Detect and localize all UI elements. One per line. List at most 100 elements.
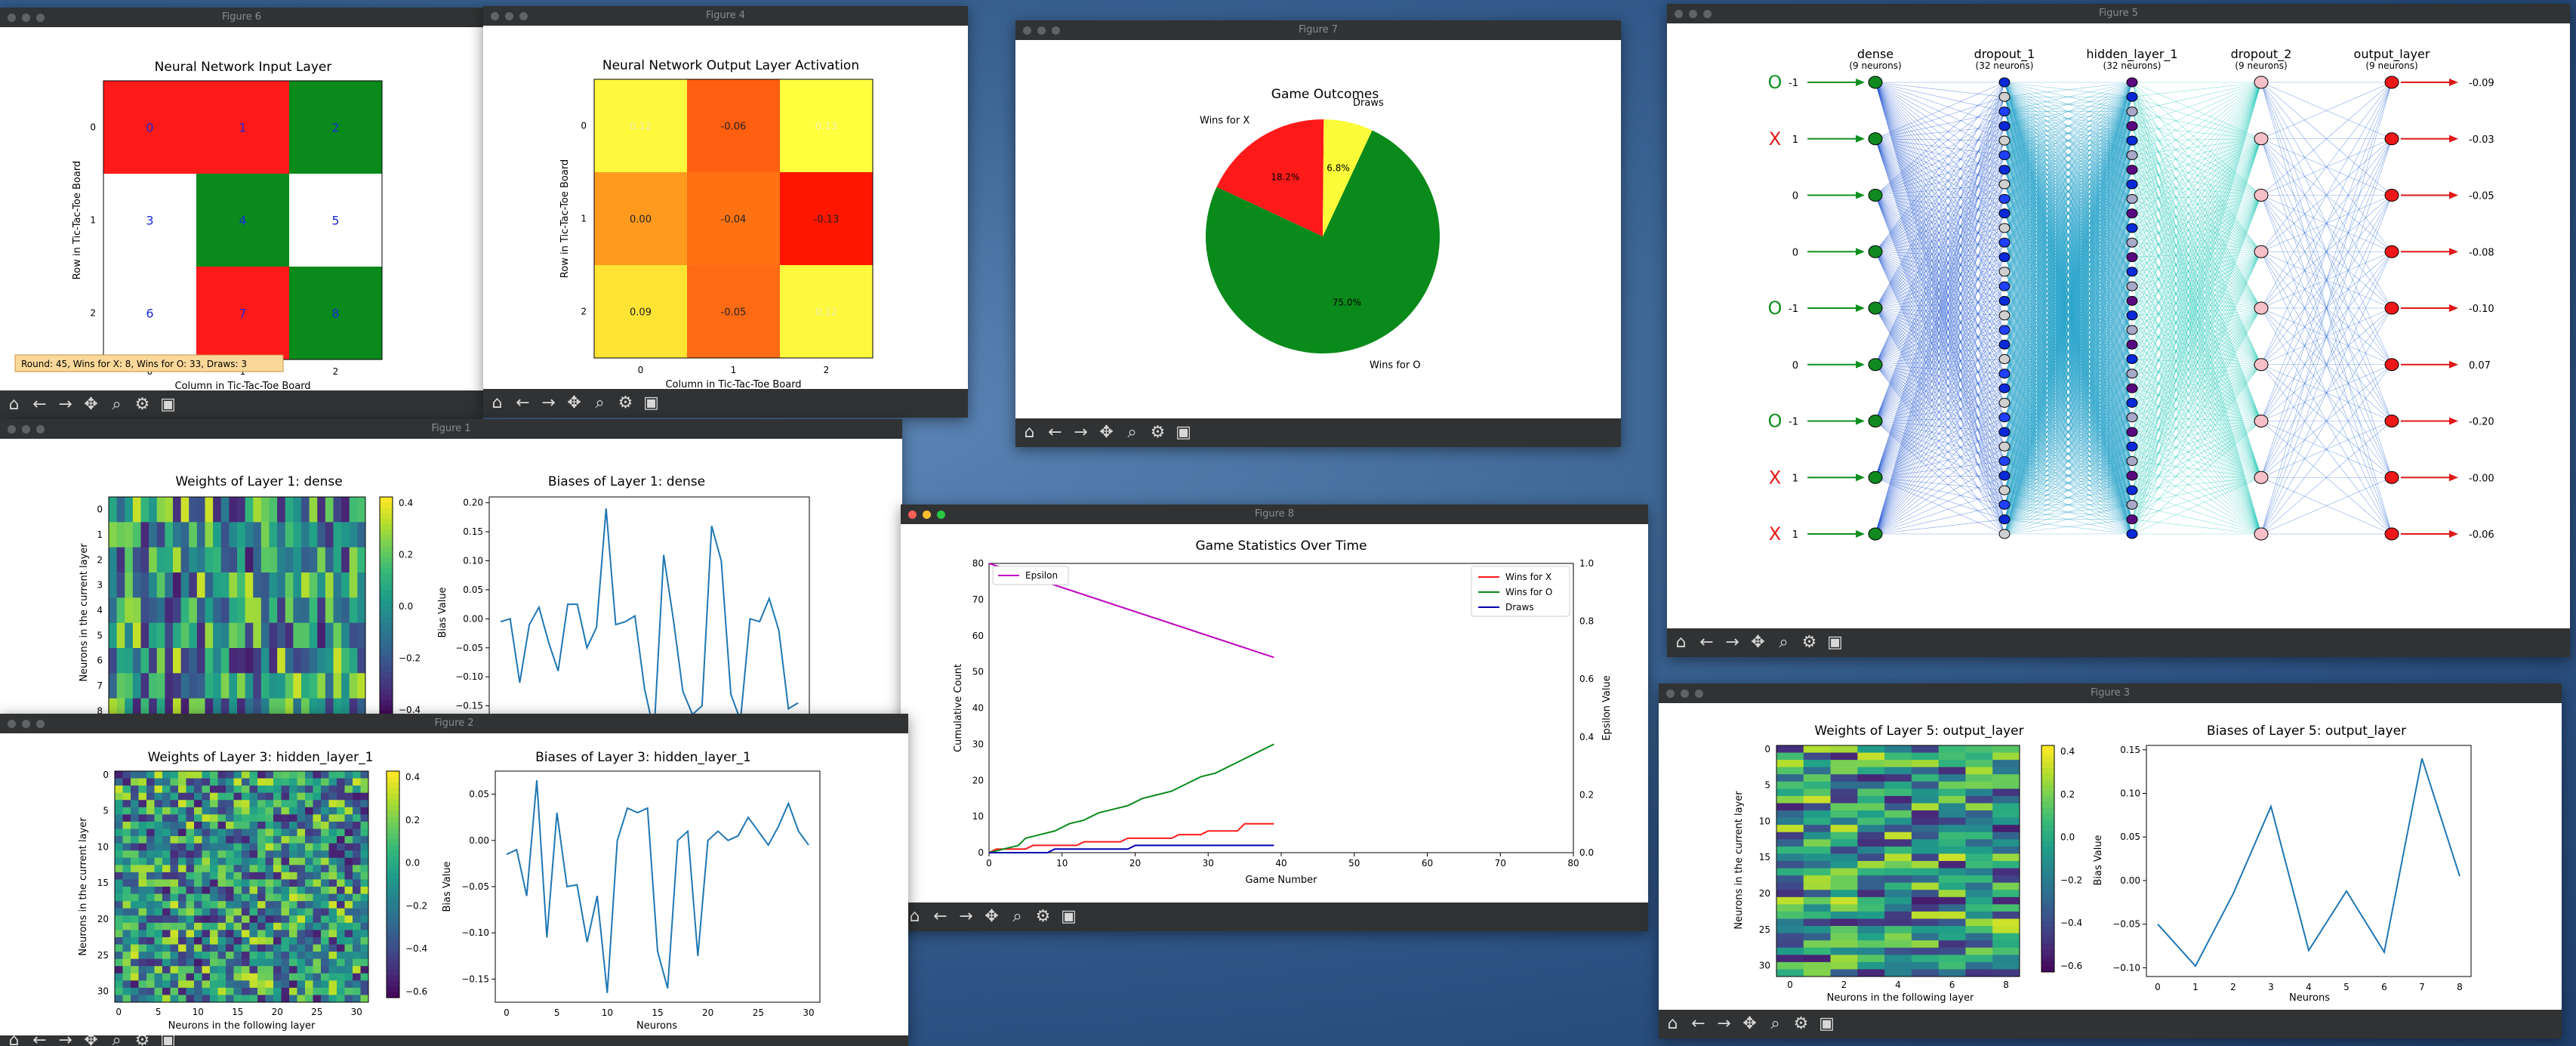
save-icon[interactable]: ▣ xyxy=(1827,628,1843,657)
weight-cell xyxy=(131,952,139,960)
home-icon[interactable]: ⌂ xyxy=(6,390,22,419)
forward-icon[interactable]: → xyxy=(958,903,974,931)
configure-icon[interactable]: ⚙ xyxy=(134,1035,150,1046)
save-icon[interactable]: ▣ xyxy=(1061,903,1077,931)
forward-icon[interactable]: → xyxy=(541,389,556,418)
titlebar[interactable]: Figure 1 xyxy=(0,419,902,439)
weight-cell xyxy=(189,597,198,624)
weight-cell xyxy=(360,901,369,909)
weight-cell xyxy=(1965,745,1993,753)
weight-cell xyxy=(180,497,190,523)
back-icon[interactable]: ← xyxy=(1047,418,1063,447)
figure3-window[interactable]: Figure 3 Weights of Layer 5: output_laye… xyxy=(1659,683,2562,1038)
pan-icon[interactable]: ✥ xyxy=(83,390,99,419)
figure4-window[interactable]: Figure 4 Neural Network Output Layer Act… xyxy=(483,6,968,418)
forward-icon[interactable]: → xyxy=(1724,628,1740,657)
pan-icon[interactable]: ✥ xyxy=(984,903,1000,931)
weight-cell xyxy=(257,973,266,981)
weight-cell xyxy=(146,973,155,981)
configure-icon[interactable]: ⚙ xyxy=(1150,418,1166,447)
home-icon[interactable]: ⌂ xyxy=(6,1035,22,1046)
weight-cell xyxy=(125,522,134,548)
pan-icon[interactable]: ✥ xyxy=(1742,1010,1758,1038)
home-icon[interactable]: ⌂ xyxy=(1673,628,1689,657)
figure6-window[interactable]: Figure 6 Neural Network Input Layer 0 1 2 3 4… xyxy=(0,8,483,419)
weight-cell xyxy=(305,792,313,801)
titlebar[interactable]: Figure 5 xyxy=(1667,4,2570,23)
titlebar[interactable]: Figure 7 xyxy=(1015,20,1621,40)
weight-cell xyxy=(301,673,310,699)
configure-icon[interactable]: ⚙ xyxy=(1801,628,1817,657)
weight-cell xyxy=(154,995,163,1003)
titlebar[interactable]: Figure 4 xyxy=(483,6,968,26)
neuron-node xyxy=(1998,281,2011,292)
colorbar-tick: 0.2 xyxy=(405,815,420,825)
save-icon[interactable]: ▣ xyxy=(643,389,659,418)
figure8-window[interactable]: Figure 8 Game Statistics Over Time 0 10 20 3… xyxy=(901,504,1648,931)
pan-icon[interactable]: ✥ xyxy=(83,1035,99,1046)
home-icon[interactable]: ⌂ xyxy=(1021,418,1037,447)
save-icon[interactable]: ▣ xyxy=(160,1035,176,1046)
colorbar-band xyxy=(380,656,393,662)
zoom-icon[interactable]: ⌕ xyxy=(1767,1010,1783,1038)
forward-icon[interactable]: → xyxy=(57,1035,73,1046)
configure-icon[interactable]: ⚙ xyxy=(134,390,150,419)
configure-icon[interactable]: ⚙ xyxy=(1793,1010,1809,1038)
weight-cell xyxy=(196,648,205,674)
save-icon[interactable]: ▣ xyxy=(1176,418,1191,447)
weight-cell xyxy=(138,958,147,967)
figure5-window[interactable]: Figure 5 dense (9 neurons) dropout_1 (32 ne… xyxy=(1667,4,2570,657)
titlebar[interactable]: Figure 3 xyxy=(1659,683,2562,703)
forward-icon[interactable]: → xyxy=(57,390,73,419)
zoom-icon[interactable]: ⌕ xyxy=(109,390,125,419)
weight-cell xyxy=(273,887,282,894)
weight-cell xyxy=(122,930,131,938)
home-icon[interactable]: ⌂ xyxy=(907,903,923,931)
figure2-window[interactable]: Figure 2 Weights of Layer 3: hidden_laye… xyxy=(0,714,908,1046)
back-icon[interactable]: ← xyxy=(1699,628,1715,657)
weight-cell xyxy=(237,597,246,624)
zoom-icon[interactable]: ⌕ xyxy=(1776,628,1792,657)
zoom-icon[interactable]: ⌕ xyxy=(592,389,608,418)
zoom-icon[interactable]: ⌕ xyxy=(109,1035,125,1046)
titlebar[interactable]: Figure 8 xyxy=(901,504,1648,524)
forward-icon[interactable]: → xyxy=(1716,1010,1732,1038)
weight-cell xyxy=(1857,795,1885,804)
weight-cell xyxy=(321,879,329,887)
forward-icon[interactable]: → xyxy=(1073,418,1089,447)
configure-icon[interactable]: ⚙ xyxy=(618,389,633,418)
back-icon[interactable]: ← xyxy=(32,390,48,419)
weight-cell xyxy=(360,966,369,974)
pan-icon[interactable]: ✥ xyxy=(1750,628,1766,657)
titlebar[interactable]: Figure 6 xyxy=(0,8,483,27)
weight-cell xyxy=(146,785,155,794)
pan-icon[interactable]: ✥ xyxy=(1098,418,1114,447)
colorbar-band xyxy=(387,805,399,811)
output-value: 0.07 xyxy=(2469,360,2491,372)
back-icon[interactable]: ← xyxy=(1690,1010,1706,1038)
figure7-window[interactable]: Figure 7 Game Outcomes 75.0% Wins for O 18.… xyxy=(1015,20,1621,447)
weight-cell xyxy=(138,980,147,989)
titlebar[interactable]: Figure 2 xyxy=(0,714,908,733)
weight-cell xyxy=(297,879,306,887)
save-icon[interactable]: ▣ xyxy=(160,390,176,419)
colorbar-band xyxy=(387,862,399,868)
colorbar-band xyxy=(380,546,393,552)
home-icon[interactable]: ⌂ xyxy=(1665,1010,1681,1038)
back-icon[interactable]: ← xyxy=(32,1035,48,1046)
weight-cell xyxy=(281,966,290,974)
zoom-icon[interactable]: ⌕ xyxy=(1124,418,1140,447)
zoom-icon[interactable]: ⌕ xyxy=(1009,903,1025,931)
colorbar-band xyxy=(387,799,399,806)
save-icon[interactable]: ▣ xyxy=(1819,1010,1835,1038)
configure-icon[interactable]: ⚙ xyxy=(1035,903,1051,931)
weight-cell xyxy=(173,597,182,624)
home-icon[interactable]: ⌂ xyxy=(489,389,505,418)
weight-cell xyxy=(1776,745,1804,753)
y-tick-label: −0.05 xyxy=(455,643,483,653)
figure1-window[interactable]: Figure 1 Weights of Layer 1: dense 0 1 2 3 4 5… xyxy=(0,419,902,714)
back-icon[interactable]: ← xyxy=(932,903,948,931)
pan-icon[interactable]: ✥ xyxy=(566,389,582,418)
weight-cell xyxy=(269,597,278,624)
back-icon[interactable]: ← xyxy=(515,389,531,418)
